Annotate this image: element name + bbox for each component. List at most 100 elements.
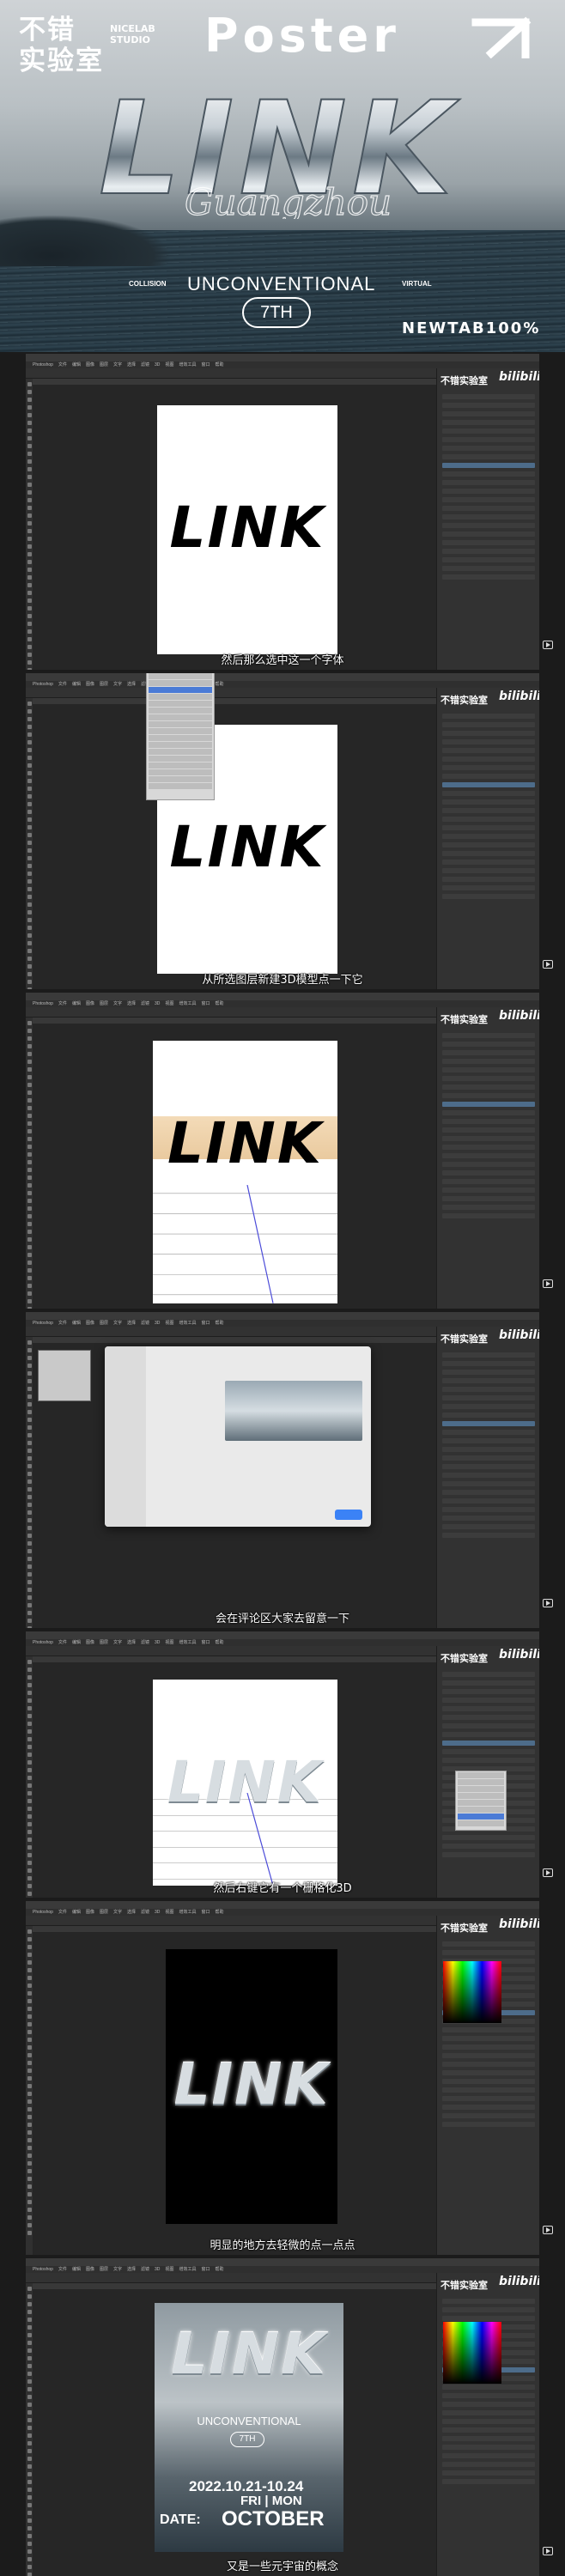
menu-item[interactable]: 图像 [86,1640,94,1645]
menu-item[interactable]: 视图 [165,1640,173,1645]
layer-row[interactable] [442,1205,535,1210]
tool-icon[interactable] [27,2045,32,2050]
tool-icon[interactable] [27,1737,32,1741]
tool-icon[interactable] [27,732,32,737]
menu-item[interactable]: 增效工具 [179,2267,196,2272]
tool-icon[interactable] [27,2007,32,2011]
menu-item[interactable]: 滤镜 [141,1321,149,1326]
tool-icon[interactable] [27,1276,32,1280]
tool-icon[interactable] [27,918,32,922]
menu-option[interactable] [149,776,212,782]
menu-option[interactable] [149,742,212,748]
layer-row[interactable] [442,1395,535,1400]
layer-row[interactable] [442,1170,535,1176]
layer-row[interactable] [442,756,535,762]
tool-icon[interactable] [27,544,32,549]
tool-icon[interactable] [27,444,32,448]
menu-item[interactable]: 滤镜 [141,2267,149,2272]
layer-row[interactable] [442,1533,535,1538]
tool-icon[interactable] [27,1371,32,1376]
tool-icon[interactable] [27,1868,32,1873]
menu-option[interactable] [149,783,212,789]
tool-icon[interactable] [27,949,32,953]
menu-item[interactable]: 文件 [58,1910,67,1915]
layer-row[interactable] [442,748,535,753]
tool-icon[interactable] [27,1214,32,1218]
layer-row[interactable] [442,817,535,822]
tool-icon[interactable] [27,848,32,853]
layer-row[interactable] [442,1844,535,1849]
layer-row[interactable] [442,851,535,856]
tool-icon[interactable] [27,1495,32,1499]
tool-icon[interactable] [27,1518,32,1522]
tool-icon[interactable] [27,1984,32,1988]
layer-row[interactable] [442,1413,535,1418]
tool-icon[interactable] [27,2433,32,2438]
layer-row[interactable] [442,1950,535,1955]
tool-icon[interactable] [27,1067,32,1072]
tool-icon[interactable] [27,872,32,876]
tool-icon[interactable] [27,490,32,495]
layer-row[interactable] [442,2087,535,2093]
tool-icon[interactable] [27,702,32,706]
layer-row[interactable] [442,2096,535,2101]
tool-icon[interactable] [27,452,32,456]
tool-icon[interactable] [27,498,32,502]
tool-icon[interactable] [27,1991,32,1996]
layer-row[interactable] [442,2453,535,2458]
menu-item[interactable]: 增效工具 [179,1640,196,1645]
tool-icon[interactable] [27,1968,32,1972]
menu-item[interactable]: 图像 [86,1910,94,1915]
tool-icon[interactable] [27,740,32,744]
layer-row[interactable] [442,2385,535,2390]
tool-icon[interactable] [27,1083,32,1087]
tool-icon[interactable] [27,1776,32,1780]
layer-row[interactable] [442,2393,535,2398]
tool-icon[interactable] [27,1121,32,1126]
tool-icon[interactable] [27,2372,32,2376]
tool-icon[interactable] [27,1999,32,2003]
menu-item[interactable]: 图像 [86,2267,94,2272]
layer-row[interactable] [442,1093,535,1098]
video-play-icon[interactable] [543,1868,553,1877]
tool-icon[interactable] [27,2154,32,2158]
tool-icon[interactable] [27,1675,32,1680]
tool-icon[interactable] [27,1541,32,1546]
tool-icon[interactable] [27,987,32,989]
menu-item[interactable]: 选择 [127,1640,136,1645]
tool-icon[interactable] [27,2325,32,2330]
tool-icon[interactable] [27,1348,32,1352]
tool-icon[interactable] [27,2480,32,2484]
layer-row[interactable] [442,1136,535,1141]
menu-item[interactable]: 文字 [113,1321,122,1326]
tool-icon[interactable] [27,606,32,611]
tool-icon[interactable] [27,1760,32,1765]
tool-icon[interactable] [27,583,32,587]
tool-icon[interactable] [27,2215,32,2220]
tool-icon[interactable] [27,1799,32,1803]
tool-icon[interactable] [27,1588,32,1592]
tool-icon[interactable] [27,552,32,556]
tool-icon[interactable] [27,1230,32,1234]
menu-option[interactable] [149,708,212,714]
tool-icon[interactable] [27,2115,32,2119]
layer-row[interactable] [442,842,535,848]
tool-icon[interactable] [27,568,32,572]
menu-item[interactable]: 图层 [100,682,108,687]
tool-icon[interactable] [27,1021,32,1025]
tool-icon[interactable] [27,1838,32,1842]
layer-row[interactable] [442,428,535,434]
layer-row[interactable] [442,437,535,442]
tool-icon[interactable] [27,1237,32,1242]
tool-icon[interactable] [27,2177,32,2181]
tool-icon[interactable] [27,575,32,580]
tool-icon[interactable] [27,725,32,729]
menu-item[interactable]: 文字 [113,2267,122,2272]
tool-icon[interactable] [27,645,32,649]
layer-row[interactable] [442,1498,535,1504]
layer-row[interactable] [442,885,535,890]
tool-icon[interactable] [27,1176,32,1180]
tool-icon[interactable] [27,2511,32,2515]
tool-icon[interactable] [27,2092,32,2096]
video-play-icon[interactable] [543,1599,553,1607]
